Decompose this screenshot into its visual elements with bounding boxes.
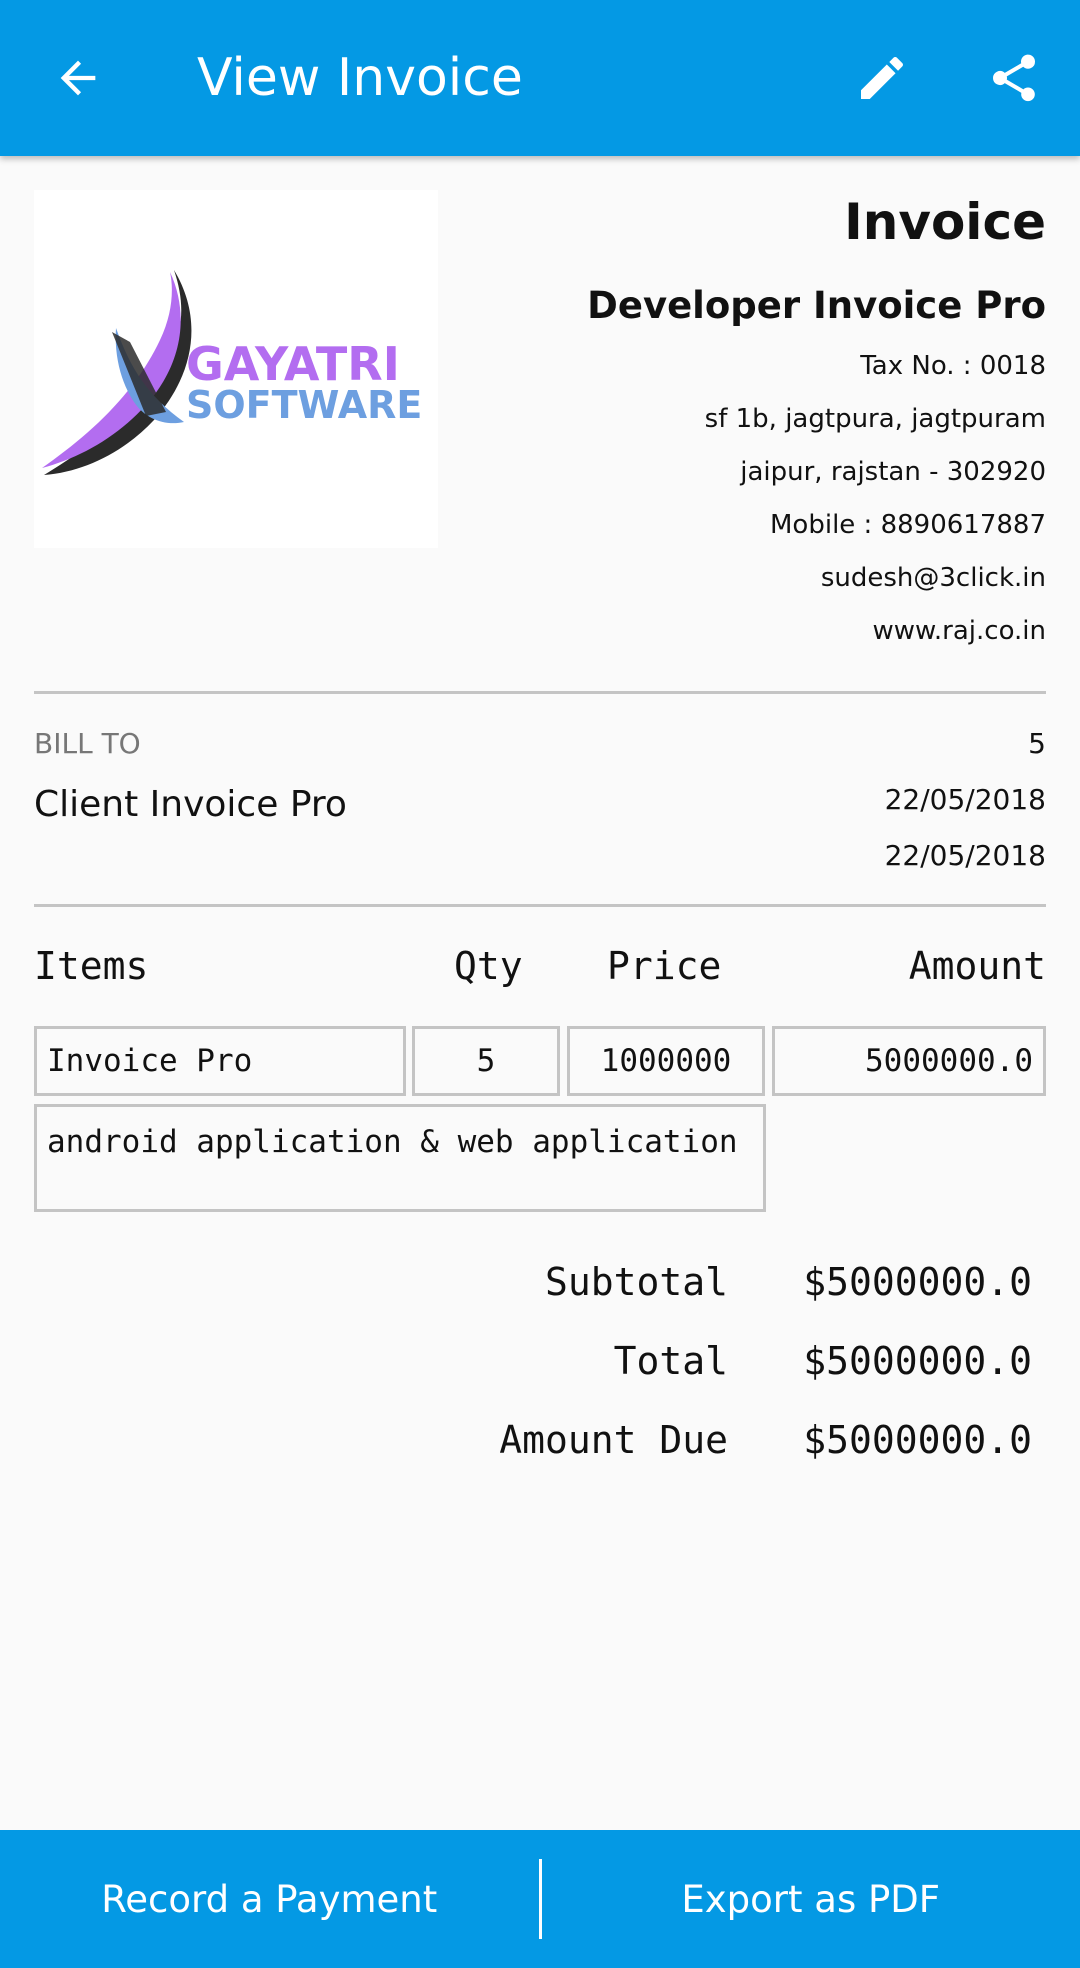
subtotal-value: $5000000.0 xyxy=(803,1260,1032,1304)
company-address-line2: jaipur, rajstan - 302920 xyxy=(740,457,1046,487)
invoice-number: 5 xyxy=(1028,727,1046,760)
company-email: sudesh@3click.in xyxy=(820,563,1046,593)
share-button[interactable] xyxy=(974,38,1054,118)
record-payment-button[interactable]: Record a Payment xyxy=(0,1830,539,1968)
company-logo: GAYATRI SOFTWARE xyxy=(34,190,438,548)
share-icon xyxy=(992,54,1036,102)
amount-due-value: $5000000.0 xyxy=(803,1418,1032,1462)
app-toolbar: View Invoice xyxy=(0,0,1080,156)
export-pdf-button[interactable]: Export as PDF xyxy=(542,1830,1080,1968)
item-price-cell: 1000000 xyxy=(567,1026,765,1096)
column-header-amount: Amount xyxy=(908,944,1046,988)
column-header-price: Price xyxy=(607,944,722,988)
item-qty-cell: 5 xyxy=(412,1026,560,1096)
divider xyxy=(34,691,1046,694)
company-address-line1: sf 1b, jagtpura, jagtpuram xyxy=(704,404,1046,434)
item-name-cell: Invoice Pro xyxy=(34,1026,406,1096)
column-header-items: Items xyxy=(34,944,149,988)
back-button[interactable] xyxy=(38,38,118,118)
amount-due-label: Amount Due xyxy=(499,1418,728,1462)
total-value: $5000000.0 xyxy=(803,1339,1032,1383)
subtotal-label: Subtotal xyxy=(544,1260,728,1304)
due-date: 22/05/2018 xyxy=(884,839,1046,872)
company-mobile: Mobile : 8890617887 xyxy=(770,510,1046,540)
column-header-qty: Qty xyxy=(454,944,523,988)
edit-button[interactable] xyxy=(842,38,922,118)
invoice-heading: Invoice xyxy=(844,193,1046,251)
logo-text-software: SOFTWARE xyxy=(186,383,422,427)
pencil-icon xyxy=(861,56,904,99)
client-name: Client Invoice Pro xyxy=(34,784,347,825)
arrow-left-icon xyxy=(60,60,96,96)
bottom-action-bar: Record a Payment Export as PDF xyxy=(0,1830,1080,1968)
item-description-cell: android application & web application xyxy=(34,1104,766,1212)
company-website: www.raj.co.in xyxy=(872,616,1047,646)
bill-to-label: BILL TO xyxy=(34,727,141,760)
company-tax-number: Tax No. : 0018 xyxy=(860,351,1046,381)
total-label: Total xyxy=(613,1339,728,1383)
page-title: View Invoice xyxy=(197,48,523,108)
company-name: Developer Invoice Pro xyxy=(587,284,1046,327)
item-amount-cell: 5000000.0 xyxy=(772,1026,1046,1096)
invoice-date: 22/05/2018 xyxy=(884,783,1046,816)
divider xyxy=(34,904,1046,907)
